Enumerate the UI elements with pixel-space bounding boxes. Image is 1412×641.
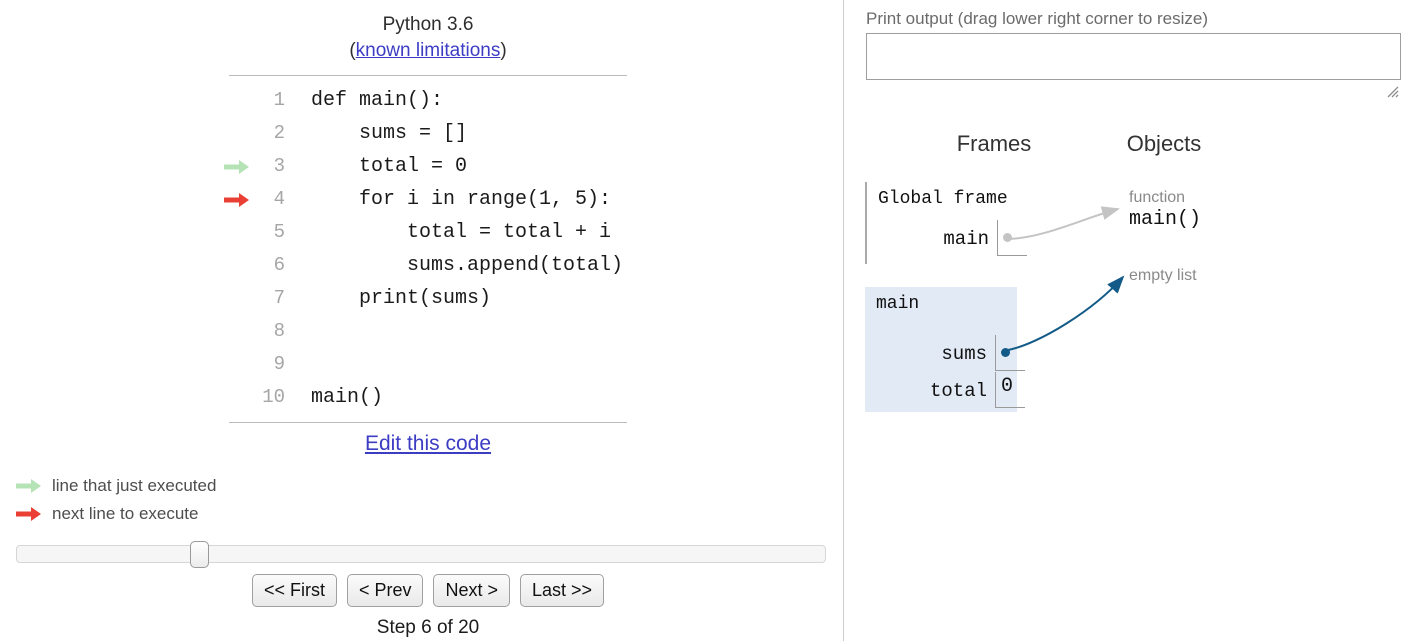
green-arrow-icon [16, 478, 48, 494]
heap-object-type-label: function [1129, 189, 1186, 206]
frames-column-header: Frames [956, 131, 1032, 156]
variable-value-box [995, 335, 1025, 371]
code-line-number: 6 [273, 254, 285, 276]
print-output-textarea[interactable] [866, 33, 1401, 80]
variable-value-box: 0 [995, 372, 1025, 408]
resize-grip-icon[interactable] [1385, 84, 1399, 98]
python-version-label: Python 3.6 [382, 14, 474, 35]
heap-object-empty-list: empty list [1129, 266, 1197, 285]
navigation-buttons: << First < Prev Next > Last >> [229, 574, 627, 607]
code-line[interactable]: 2 sums = [] [229, 117, 627, 150]
python-version-header: Python 3.6 (known limitations) [229, 12, 627, 64]
last-button[interactable]: Last >> [520, 574, 605, 607]
connector-sums-to-emptylist [1007, 275, 1125, 351]
stack-frame-global: Global frame main [865, 182, 1027, 264]
step-counter-label: Step 6 of 20 [376, 617, 480, 638]
variable-value: 0 [1001, 375, 1014, 398]
legend-row: line that just executed [16, 472, 216, 500]
code-line-number: 3 [273, 155, 285, 177]
code-line-text: print(sums) [311, 287, 492, 310]
first-button[interactable]: << First [251, 574, 337, 607]
code-line[interactable]: 3 total = 0 [224, 150, 627, 183]
red-arrow-icon [16, 506, 48, 522]
known-limitations-open-paren: ( [349, 40, 356, 61]
frame-title: Global frame [878, 189, 1008, 209]
variable-name: total [929, 380, 987, 402]
legend-row: next line to execute [16, 500, 216, 528]
pointer-dot-gray [1003, 233, 1012, 242]
code-line-number: 8 [273, 320, 285, 342]
execution-slider-track[interactable] [16, 545, 826, 563]
code-line-text: total = total + i [311, 221, 612, 244]
heap-object-value-label: main() [1129, 208, 1202, 231]
variable-value-box [997, 220, 1027, 256]
legend-label: line that just executed [52, 476, 217, 495]
code-line-text: sums.append(total) [311, 254, 624, 277]
code-line[interactable]: 1 def main(): [229, 84, 627, 117]
code-line-text: def main(): [311, 89, 444, 112]
known-limitations-link[interactable]: known limitations [356, 40, 501, 61]
edit-code-link-wrapper: Edit this code [229, 432, 627, 456]
code-line-number: 5 [273, 221, 285, 243]
heap-object-type-label: empty list [1129, 267, 1197, 284]
visualization-pane: Print output (drag lower right corner to… [844, 0, 1412, 641]
code-line[interactable]: 6 sums.append(total) [229, 249, 627, 282]
code-line-text: sums = [] [311, 122, 468, 145]
stack-frame-main: main sums total 0 [865, 287, 1025, 412]
code-line-number: 4 [273, 188, 285, 210]
code-line-text: total = 0 [311, 155, 468, 178]
code-pane: Python 3.6 (known limitations) 1 def main… [0, 0, 843, 641]
variable-row-total: total [865, 372, 987, 410]
pointer-dot-blue [1001, 348, 1010, 357]
code-line-number: 7 [273, 287, 285, 309]
prev-button[interactable]: < Prev [346, 574, 424, 607]
execution-slider-handle[interactable] [190, 541, 209, 568]
variable-name: sums [941, 343, 987, 365]
code-line[interactable]: 10 main() [229, 381, 627, 414]
code-line-text: for i in range(1, 5): [311, 188, 612, 211]
red-arrow-icon [224, 183, 250, 216]
objects-column-header: Objects [1126, 131, 1202, 156]
arrow-legend: line that just executed next line to exec… [16, 472, 216, 528]
variable-row-main: main [867, 220, 989, 258]
green-arrow-icon [224, 150, 250, 183]
code-line-number: 1 [273, 89, 285, 111]
variable-row-sums: sums [865, 335, 987, 373]
code-line[interactable]: 4 for i in range(1, 5): [224, 183, 627, 216]
print-output-label: Print output (drag lower right corner to… [866, 9, 1209, 28]
code-line[interactable]: 9 [229, 348, 627, 381]
code-line-number: 9 [273, 353, 285, 375]
code-line-text: main() [311, 386, 384, 409]
variable-name: main [943, 228, 989, 250]
edit-this-code-link[interactable]: Edit this code [365, 432, 491, 455]
heap-object-function: function main() [1129, 188, 1201, 233]
code-display: 1 def main(): 2 sums = [] 3 total = 04 for … [224, 75, 627, 423]
code-line-number: 10 [262, 386, 285, 408]
code-line[interactable]: 8 [229, 315, 627, 348]
frame-title: main [876, 294, 920, 314]
known-limitations-close-paren: ) [500, 40, 507, 61]
legend-label: next line to execute [52, 504, 199, 523]
code-line-number: 2 [273, 122, 285, 144]
code-line[interactable]: 5 total = total + i [229, 216, 627, 249]
next-button[interactable]: Next > [433, 574, 511, 607]
code-line[interactable]: 7 print(sums) [229, 282, 627, 315]
